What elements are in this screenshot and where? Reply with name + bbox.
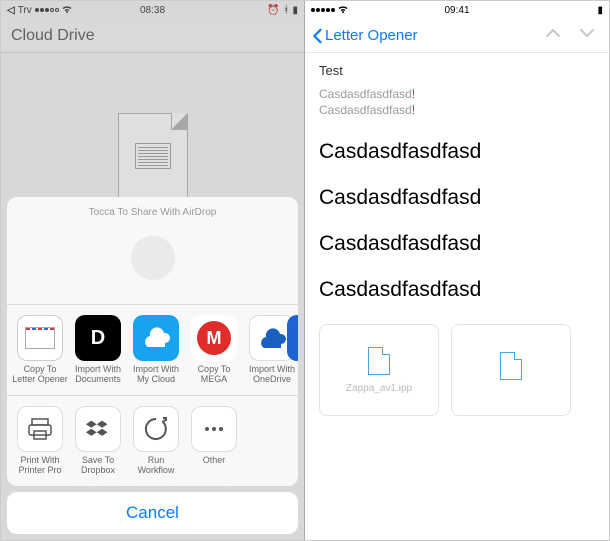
- status-bar: 09:41 ▮: [305, 1, 609, 19]
- mega-icon: M: [191, 315, 237, 361]
- share-app-documents[interactable]: D Import With Documents: [69, 315, 127, 387]
- td-icon: [287, 315, 298, 361]
- file-icon: [368, 347, 390, 375]
- left-phone-screen: ◁ Trv 08:38 ⏰ ᚼ ▮ Cloud Drive Modificato…: [1, 1, 305, 540]
- documents-icon: D: [75, 315, 121, 361]
- printer-icon: [17, 406, 63, 452]
- body-line: Casdasdfasdfasd: [319, 278, 595, 302]
- message-preview: Casdasdfasdfasd Casdasdfasdfasd: [319, 86, 595, 118]
- share-app-mycloud[interactable]: Import With My Cloud: [127, 315, 185, 387]
- message-content[interactable]: Test Casdasdfasdfasd Casdasdfasdfasd Cas…: [305, 53, 609, 540]
- action-dropbox[interactable]: Save To Dropbox: [69, 406, 127, 478]
- share-app-mega[interactable]: M Copy To MEGA: [185, 315, 243, 387]
- next-message-button[interactable]: [579, 26, 595, 45]
- attachment-card[interactable]: Zappa_av1.ipp: [319, 324, 439, 416]
- attachments: Zappa_av1.ipp: [319, 324, 595, 416]
- letter-opener-icon: [17, 315, 63, 361]
- message-subject: Test: [319, 63, 595, 78]
- chevron-left-icon: [311, 28, 323, 44]
- back-label: Letter Opener: [325, 27, 418, 44]
- more-icon: [191, 406, 237, 452]
- prev-message-button[interactable]: [545, 26, 561, 45]
- action-printer-pro[interactable]: Print With Printer Pro: [11, 406, 69, 478]
- attachment-name: Zappa_av1.ipp: [346, 383, 412, 394]
- airdrop-section[interactable]: Tocca To Share With AirDrop: [7, 197, 298, 305]
- airdrop-title: Tocca To Share With AirDrop: [15, 207, 290, 218]
- share-sheet: Tocca To Share With AirDrop Copy To Lett…: [7, 197, 298, 534]
- mycloud-icon: [133, 315, 179, 361]
- body-line: Casdasdfasdfasd: [319, 140, 595, 164]
- share-app-letter-opener[interactable]: Copy To Letter Opener: [11, 315, 69, 387]
- attachment-card[interactable]: [451, 324, 571, 416]
- preview-line: Casdasdfasdfasd: [319, 102, 595, 118]
- back-button[interactable]: Letter Opener: [311, 27, 418, 44]
- run-workflow-icon: [133, 406, 179, 452]
- chevron-up-icon: [545, 26, 561, 40]
- status-time: 09:41: [305, 5, 609, 16]
- body-line: Casdasdfasdfasd: [319, 186, 595, 210]
- file-icon: [500, 352, 522, 380]
- share-apps-row[interactable]: Copy To Letter Opener D Import With Docu…: [7, 305, 298, 396]
- chevron-down-icon: [579, 26, 595, 40]
- share-actions-row[interactable]: Print With Printer Pro Save To Dropbox R…: [7, 396, 298, 486]
- action-other[interactable]: Other: [185, 406, 243, 478]
- cancel-button[interactable]: Cancel: [7, 492, 298, 534]
- preview-line: Casdasdfasdfasd: [319, 86, 595, 102]
- share-sheet-panel: Tocca To Share With AirDrop Copy To Lett…: [7, 197, 298, 486]
- airdrop-avatar-placeholder: [131, 236, 175, 280]
- body-line: Casdasdfasdfasd: [319, 232, 595, 256]
- right-phone-screen: 09:41 ▮ Letter Opener Test Casdasdfasdfa…: [305, 1, 609, 540]
- nav-bar: Letter Opener: [305, 19, 609, 53]
- action-workflow[interactable]: Run Workflow: [127, 406, 185, 478]
- dropbox-icon: [75, 406, 121, 452]
